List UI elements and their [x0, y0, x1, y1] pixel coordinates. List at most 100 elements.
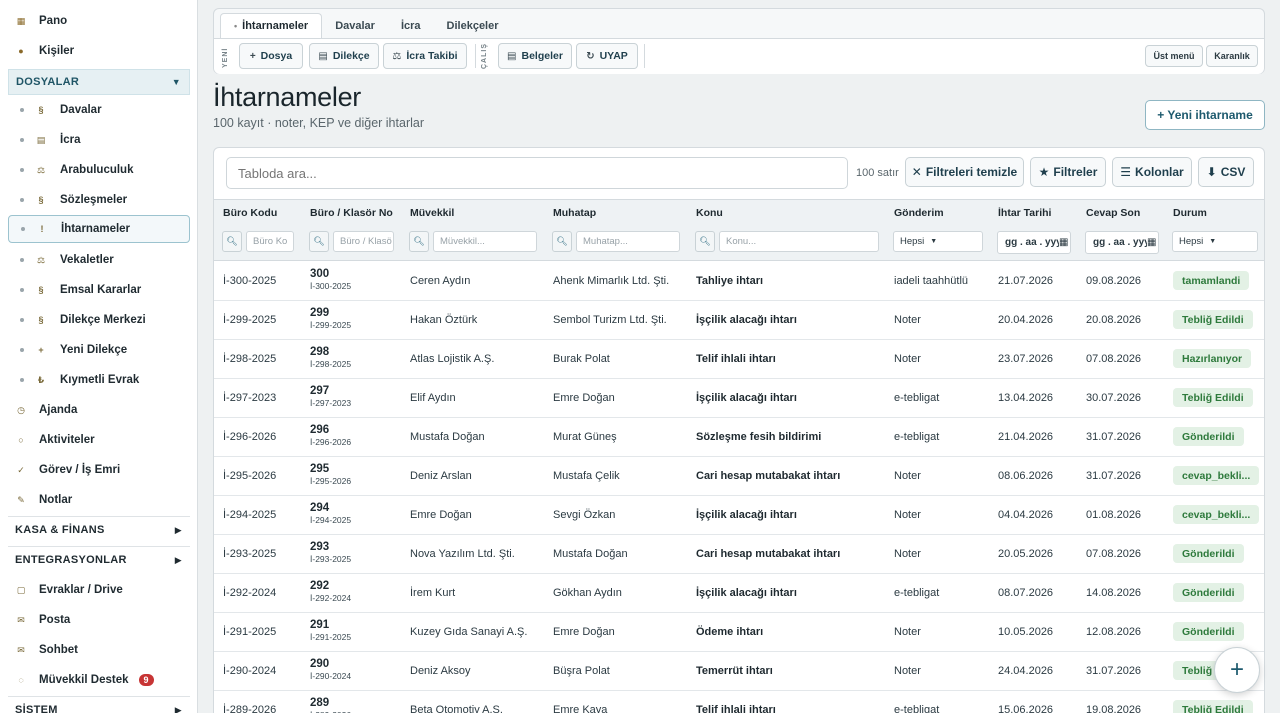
paragraph-icon: § — [38, 195, 44, 205]
button-label: Kolonlar — [1135, 165, 1184, 179]
bullet-icon — [20, 348, 24, 352]
column-header-muvekkil[interactable]: Müvekkil — [410, 207, 454, 219]
table-row[interactable]: İ-289-2026 Beta Otomotiv A.Ş. Emre Kaya Tel… — [214, 691, 1264, 713]
filter-ihtar-tarihi[interactable]: gg . aa . yyyy ▦ — [997, 231, 1071, 254]
row-cevap-son: 01.08.2026 — [1086, 509, 1142, 521]
row-ihtar-tarihi: 20.05.2026 — [998, 548, 1054, 560]
row-file-code: İ-299-2025 — [310, 320, 352, 330]
sidebar-item-sohbet[interactable]: ✉ Sohbet — [8, 636, 190, 664]
new-ihtarname-button[interactable]: + Yeni ihtarname — [1145, 100, 1265, 130]
sidebar-item-posta[interactable]: ✉ Posta — [8, 606, 190, 634]
row-buro-no: 296 İ-296-2026 — [310, 424, 351, 447]
row-file-code: İ-300-2025 — [310, 281, 352, 291]
sidebar-section-kasa[interactable]: KASA & FİNANS ▶ — [8, 517, 190, 543]
status-badge: Gönderildi — [1173, 427, 1244, 446]
column-header-cevap-son[interactable]: Cevap Son — [1086, 207, 1140, 219]
filter-input[interactable]: Muhatap... — [576, 231, 680, 252]
tab-davalar[interactable]: Davalar — [322, 13, 388, 38]
column-header-konu[interactable]: Konu — [696, 207, 723, 219]
sidebar-item-dilekce-merkezi[interactable]: § Dilekçe Merkezi — [8, 306, 190, 334]
row-konu: Cari hesap mutabakat ihtarı — [696, 470, 841, 482]
row-number: 290 — [310, 658, 330, 670]
dark-mode-button[interactable]: Karanlık — [1206, 45, 1258, 67]
column-header-muhatap[interactable]: Muhatap — [553, 207, 596, 219]
table-search-input[interactable] — [226, 157, 848, 189]
table-row[interactable]: İ-293-2025 Nova Yazılım Ltd. Şti. Mustafa … — [214, 535, 1264, 574]
search-icon[interactable]: 🔍︎ — [695, 231, 715, 252]
sidebar-item-kiymetli-evrak[interactable]: ₺ Kıymetli Evrak — [8, 366, 190, 394]
sidebar-item-muvekkil-destek[interactable]: ◌ Müvekkil Destek 9 — [8, 666, 190, 694]
clear-filters-button[interactable]: ✕ Filtreleri temizle — [905, 157, 1024, 187]
row-gonderim: e-tebligat — [894, 431, 940, 443]
column-header-buro-no[interactable]: Büro / Klasör No — [310, 207, 393, 219]
filter-input[interactable]: Büro Ko — [246, 231, 294, 252]
filter-durum-select[interactable]: Hepsi ▼ — [1172, 231, 1258, 252]
bullet-icon — [20, 108, 24, 112]
button-label: CSV — [1220, 165, 1246, 179]
filters-button[interactable]: ★ Filtreler — [1030, 157, 1106, 187]
sidebar-item-ihtarnameler[interactable]: ! İhtarnameler — [8, 215, 190, 243]
new-dosya-button[interactable]: + Dosya — [239, 43, 303, 69]
sidebar-item-gorev[interactable]: ✓ Görev / İş Emri — [8, 456, 190, 484]
filter-gonderim-select[interactable]: Hepsi ▼ — [893, 231, 983, 252]
filter-input[interactable]: Büro / Klasö — [333, 231, 394, 252]
new-dilekce-button[interactable]: ▤ Dilekçe — [309, 43, 379, 69]
sidebar-section-dosyalar[interactable]: DOSYALAR ▼ — [8, 69, 190, 95]
sidebar-item-davalar[interactable]: § Davalar — [8, 96, 190, 124]
uyap-button[interactable]: ↻ UYAP — [576, 43, 638, 69]
table-row[interactable]: İ-297-2023 Elif Aydın Emre Doğan İşçilik al… — [214, 379, 1264, 418]
table-row[interactable]: İ-294-2025 Emre Doğan Sevgi Özkan İşçilik a… — [214, 496, 1264, 535]
filter-input[interactable]: Müvekkil... — [433, 231, 537, 252]
table-row[interactable]: İ-295-2026 Deniz Arslan Mustafa Çelik Cari … — [214, 457, 1264, 496]
search-icon[interactable]: 🔍︎ — [552, 231, 572, 252]
sidebar-item-vekaletler[interactable]: ⚖ Vekaletler — [8, 246, 190, 274]
calendar-icon: ▦ — [1059, 237, 1069, 248]
sidebar-section-sistem[interactable]: SİSTEM ▶ — [8, 697, 190, 713]
sidebar-item-emsal-kararlar[interactable]: § Emsal Kararlar — [8, 276, 190, 304]
scales-icon: ⚖ — [36, 164, 46, 175]
row-gonderim: Noter — [894, 314, 921, 326]
filter-cevap-son[interactable]: gg . aa . yyyy ▦ — [1085, 231, 1159, 254]
column-header-gonderim[interactable]: Gönderim — [894, 207, 944, 219]
tab-icra[interactable]: İcra — [388, 13, 434, 38]
table-row[interactable]: İ-292-2024 İrem Kurt Gökhan Aydın İşçilik a… — [214, 574, 1264, 613]
column-header-ihtar-tarihi[interactable]: İhtar Tarihi — [998, 207, 1051, 219]
column-header-durum[interactable]: Durum — [1173, 207, 1207, 219]
top-menu-button[interactable]: Üst menü — [1145, 45, 1203, 67]
csv-export-button[interactable]: ⬇ CSV — [1198, 157, 1254, 187]
sidebar-item-pano[interactable]: ▦ Pano — [8, 7, 190, 35]
sidebar-section-entegrasyonlar[interactable]: ENTEGRASYONLAR ▶ — [8, 547, 190, 573]
tab-dilekceler[interactable]: Dilekçeler — [434, 13, 512, 38]
table-row[interactable]: İ-290-2024 Deniz Aksoy Büşra Polat Temerrüt… — [214, 652, 1264, 691]
row-gonderim: e-tebligat — [894, 704, 940, 713]
search-icon[interactable]: 🔍︎ — [409, 231, 429, 252]
belgeler-button[interactable]: ▤ Belgeler — [498, 43, 572, 69]
table-row[interactable]: İ-299-2025 Hakan Öztürk Sembol Turizm Ltd.… — [214, 301, 1264, 340]
table-row[interactable]: İ-291-2025 Kuzey Gıda Sanayi A.Ş. Emre Doğ… — [214, 613, 1264, 652]
sidebar-item-sozlesmeler[interactable]: § Sözleşmeler — [8, 186, 190, 214]
columns-button[interactable]: ☰ Kolonlar — [1112, 157, 1192, 187]
sidebar-item-aktiviteler[interactable]: ○ Aktiviteler — [8, 426, 190, 454]
row-muvekkil: Hakan Öztürk — [410, 314, 478, 326]
search-icon[interactable]: 🔍︎ — [222, 231, 242, 252]
add-fab-button[interactable]: + — [1214, 647, 1260, 693]
search-icon[interactable]: 🔍︎ — [309, 231, 329, 252]
filter-input[interactable]: Konu... — [719, 231, 879, 252]
sidebar-item-ajanda[interactable]: ◷ Ajanda — [8, 396, 190, 424]
new-icra-takibi-button[interactable]: ⚖ İcra Takibi — [383, 43, 467, 69]
sidebar-item-yeni-dilekce[interactable]: + Yeni Dilekçe — [8, 336, 190, 364]
bullet-icon — [21, 227, 25, 231]
sidebar-item-notlar[interactable]: ✎ Notlar — [8, 486, 190, 514]
sidebar-item-kisiler[interactable]: ● Kişiler — [8, 37, 190, 65]
sidebar-item-evraklar-drive[interactable]: ▢ Evraklar / Drive — [8, 576, 190, 604]
sidebar-item-arabuluculuk[interactable]: ⚖ Arabuluculuk — [8, 156, 190, 184]
table-row[interactable]: İ-300-2025 Ceren Aydın Ahenk Mimarlık Ltd.… — [214, 262, 1264, 301]
row-konu: Ödeme ihtarı — [696, 626, 764, 638]
table-row[interactable]: İ-296-2026 Mustafa Doğan Murat Güneş Sözleş… — [214, 418, 1264, 457]
tab-ihtarnameler[interactable]: • İhtarnameler — [220, 13, 323, 38]
column-header-buro-kodu[interactable]: Büro Kodu — [223, 207, 277, 219]
table-card: 100 satır ✕ Filtreleri temizle ★ Filtrel… — [213, 147, 1265, 713]
sidebar-item-icra[interactable]: ▤ İcra — [8, 126, 190, 154]
table-row[interactable]: İ-298-2025 Atlas Lojistik A.Ş. Burak Polat… — [214, 340, 1264, 379]
document-icon: ▤ — [507, 50, 517, 62]
